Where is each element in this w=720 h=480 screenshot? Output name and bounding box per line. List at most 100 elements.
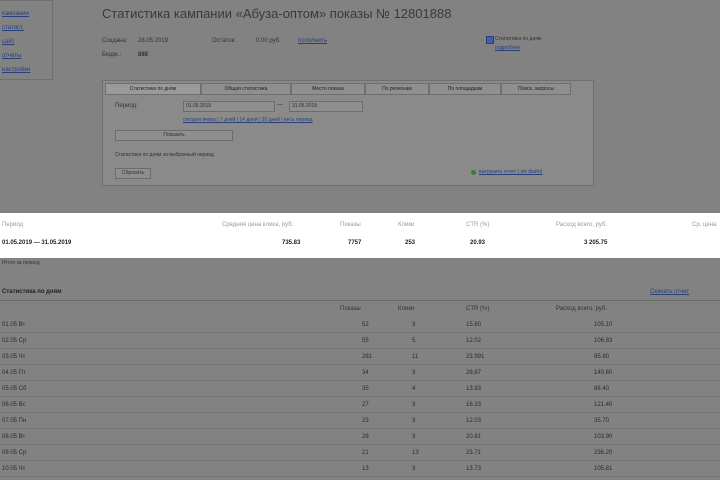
filter-panel: Статистика по дням Общая статистика Мест… [102, 80, 594, 186]
table-cell-value: 15.60 [466, 322, 482, 328]
reset-button[interactable]: Сбросить [115, 168, 151, 179]
tab-search-queries[interactable]: Поиск. запросы [501, 83, 571, 95]
summary-avg-cpc: 735.83 [282, 240, 301, 246]
table-cell-value: 236.20 [594, 450, 613, 456]
highlighted-summary-row: Период Средняя цена клика, руб. Показы К… [0, 213, 720, 258]
stats-checkbox-sub[interactable]: подробнее [495, 45, 520, 51]
table-cell-value: 23.71 [466, 450, 482, 456]
table-cell-date: 02.05 Ср [2, 338, 27, 344]
topup-link[interactable]: пополнить [298, 38, 327, 44]
tab-overall[interactable]: Общая статистика [201, 83, 291, 95]
table-cell-value: 106.83 [594, 338, 613, 344]
summary-ctr: 20.93 [470, 240, 486, 246]
table-cell-value: 95.80 [594, 354, 610, 360]
table-cell-value: 55 [362, 338, 369, 344]
quick-period-links[interactable]: сегодня вчера | 7 дней | 14 дней | 30 дн… [183, 117, 312, 123]
summary-header-clicks: Клики [398, 222, 415, 228]
table-cell-value: 12.02 [466, 338, 482, 344]
table-row: 01.05 Вт 52 3 15.60 105.10 [0, 320, 720, 333]
period-label: Период: [115, 103, 138, 109]
table-cell-value: 11 [412, 354, 419, 360]
table-cell-value: 34 [362, 370, 369, 376]
download-report-link[interactable]: Скачать отчет [650, 289, 689, 295]
summary-header-spend: Расход всего, руб. [556, 222, 608, 228]
table-cell-value: 121.40 [594, 402, 613, 408]
table-cell-value: 13.93 [466, 386, 482, 392]
table-row: 04.05 Пт 34 3 28.87 140.60 [0, 368, 720, 381]
left-nav-link-1[interactable]: кампании [2, 11, 29, 17]
table-cell-value: 88.40 [594, 386, 610, 392]
table-header-impressions: Показы [340, 306, 361, 312]
date-from-input[interactable]: 01.05.2019 [183, 101, 275, 112]
table-cell-date: 10.05 Чт [2, 466, 26, 472]
table-cell-value: 23.991 [466, 354, 485, 360]
left-nav-link-2[interactable]: статист. [2, 25, 24, 31]
table-header-ctr: CTR (%) [466, 306, 490, 312]
table-cell-date: 04.05 Пт [2, 370, 26, 376]
table-cell-value: 103.90 [594, 434, 613, 440]
left-nav-link-3[interactable]: сайт [2, 39, 14, 45]
table-cell-value: 23 [362, 418, 369, 424]
summary-header-impressions: Показы [340, 222, 361, 228]
summary-period: 01.05.2019 — 31.05.2019 [2, 240, 72, 246]
table-cell-date: 01.05 Вт [2, 322, 26, 328]
summary-header-avg-price: Ср. цена [692, 222, 717, 228]
summary-header-avg-cpc: Средняя цена клика, руб. [222, 222, 294, 228]
table-cell-date: 05.05 Сб [2, 386, 27, 392]
left-nav-link-5[interactable]: настройки [2, 67, 30, 73]
table-cell-value: 35.70 [594, 418, 610, 424]
band-footnote: Итого за период [2, 260, 40, 266]
table-cell-date: 06.05 Вс [2, 402, 26, 408]
table-cell-value: 12.03 [466, 418, 482, 424]
date-dash: — [277, 102, 283, 108]
table-cell-value: 16.33 [466, 402, 482, 408]
table-cell-value: 35 [362, 386, 369, 392]
table-cell-value: 27 [362, 402, 369, 408]
table-cell-value: 105.81 [594, 466, 613, 472]
table-cell-value: 3 [412, 418, 416, 424]
table-cell-value: 3 [412, 466, 416, 472]
table-cell-value: 52 [362, 322, 369, 328]
budget-value: 888 [138, 52, 149, 58]
page-title: Статистика кампании «Абуза-оптом» показы… [102, 6, 452, 21]
tab-regions[interactable]: По регионам [365, 83, 429, 95]
table-row: 03.05 Чт 281 11 23.991 95.80 [0, 352, 720, 365]
table-cell-value: 4 [412, 386, 416, 392]
summary-header-ctr: CTR (%) [466, 222, 490, 228]
table-cell-value: 140.60 [594, 370, 613, 376]
tab-daily[interactable]: Статистика по дням [105, 83, 201, 95]
table-row: 05.05 Сб 35 4 13.93 88.40 [0, 384, 720, 397]
table-cell-value: 3 [412, 370, 416, 376]
table-cell-date: 07.05 Пн [2, 418, 27, 424]
section-title: Статистика по дням [2, 289, 62, 295]
excel-icon [471, 170, 476, 175]
table-cell-value: 13 [412, 450, 419, 456]
table-cell-value: 105.10 [594, 322, 613, 328]
stats-checkbox-label: Статистика по дням [495, 36, 542, 42]
summary-spend: 3 205.75 [584, 240, 608, 246]
table-row: 08.05 Вт 28 3 20.81 103.90 [0, 432, 720, 445]
table-cell-value: 21 [362, 450, 369, 456]
show-button[interactable]: Показать [115, 130, 233, 141]
date-to-input[interactable]: 31.05.2019 [289, 101, 363, 112]
tab-sites[interactable]: По площадкам [429, 83, 501, 95]
table-cell-value: 3 [412, 402, 416, 408]
table-header-spend: Расход всего, руб. [556, 306, 608, 312]
table-cell-value: 3 [412, 322, 416, 328]
filter-note: Статистика по дням за выбранный период [115, 152, 214, 158]
stats-checkbox[interactable] [486, 36, 494, 44]
page-top-overlay: кампании статист. сайт отчеты настройки … [0, 0, 720, 213]
table-row: 10.05 Чт 13 3 13.73 105.81 [0, 464, 720, 477]
section-divider [0, 300, 720, 301]
budget-label: Бюдж.: [102, 52, 122, 58]
summary-clicks: 253 [405, 240, 416, 246]
table-cell-value: 5 [412, 338, 416, 344]
table-row: 09.05 Ср 21 13 23.71 236.20 [0, 448, 720, 461]
table-cell-value: 281 [362, 354, 373, 360]
export-link[interactable]: выгрузить отчет (.xls файл) [479, 169, 542, 175]
tab-placement[interactable]: Место показа [291, 83, 365, 95]
table-cell-value: 28 [362, 434, 369, 440]
created-value: 28.05.2019 [138, 38, 169, 44]
left-nav-panel: кампании статист. сайт отчеты настройки [0, 0, 53, 80]
left-nav-link-4[interactable]: отчеты [2, 53, 21, 59]
